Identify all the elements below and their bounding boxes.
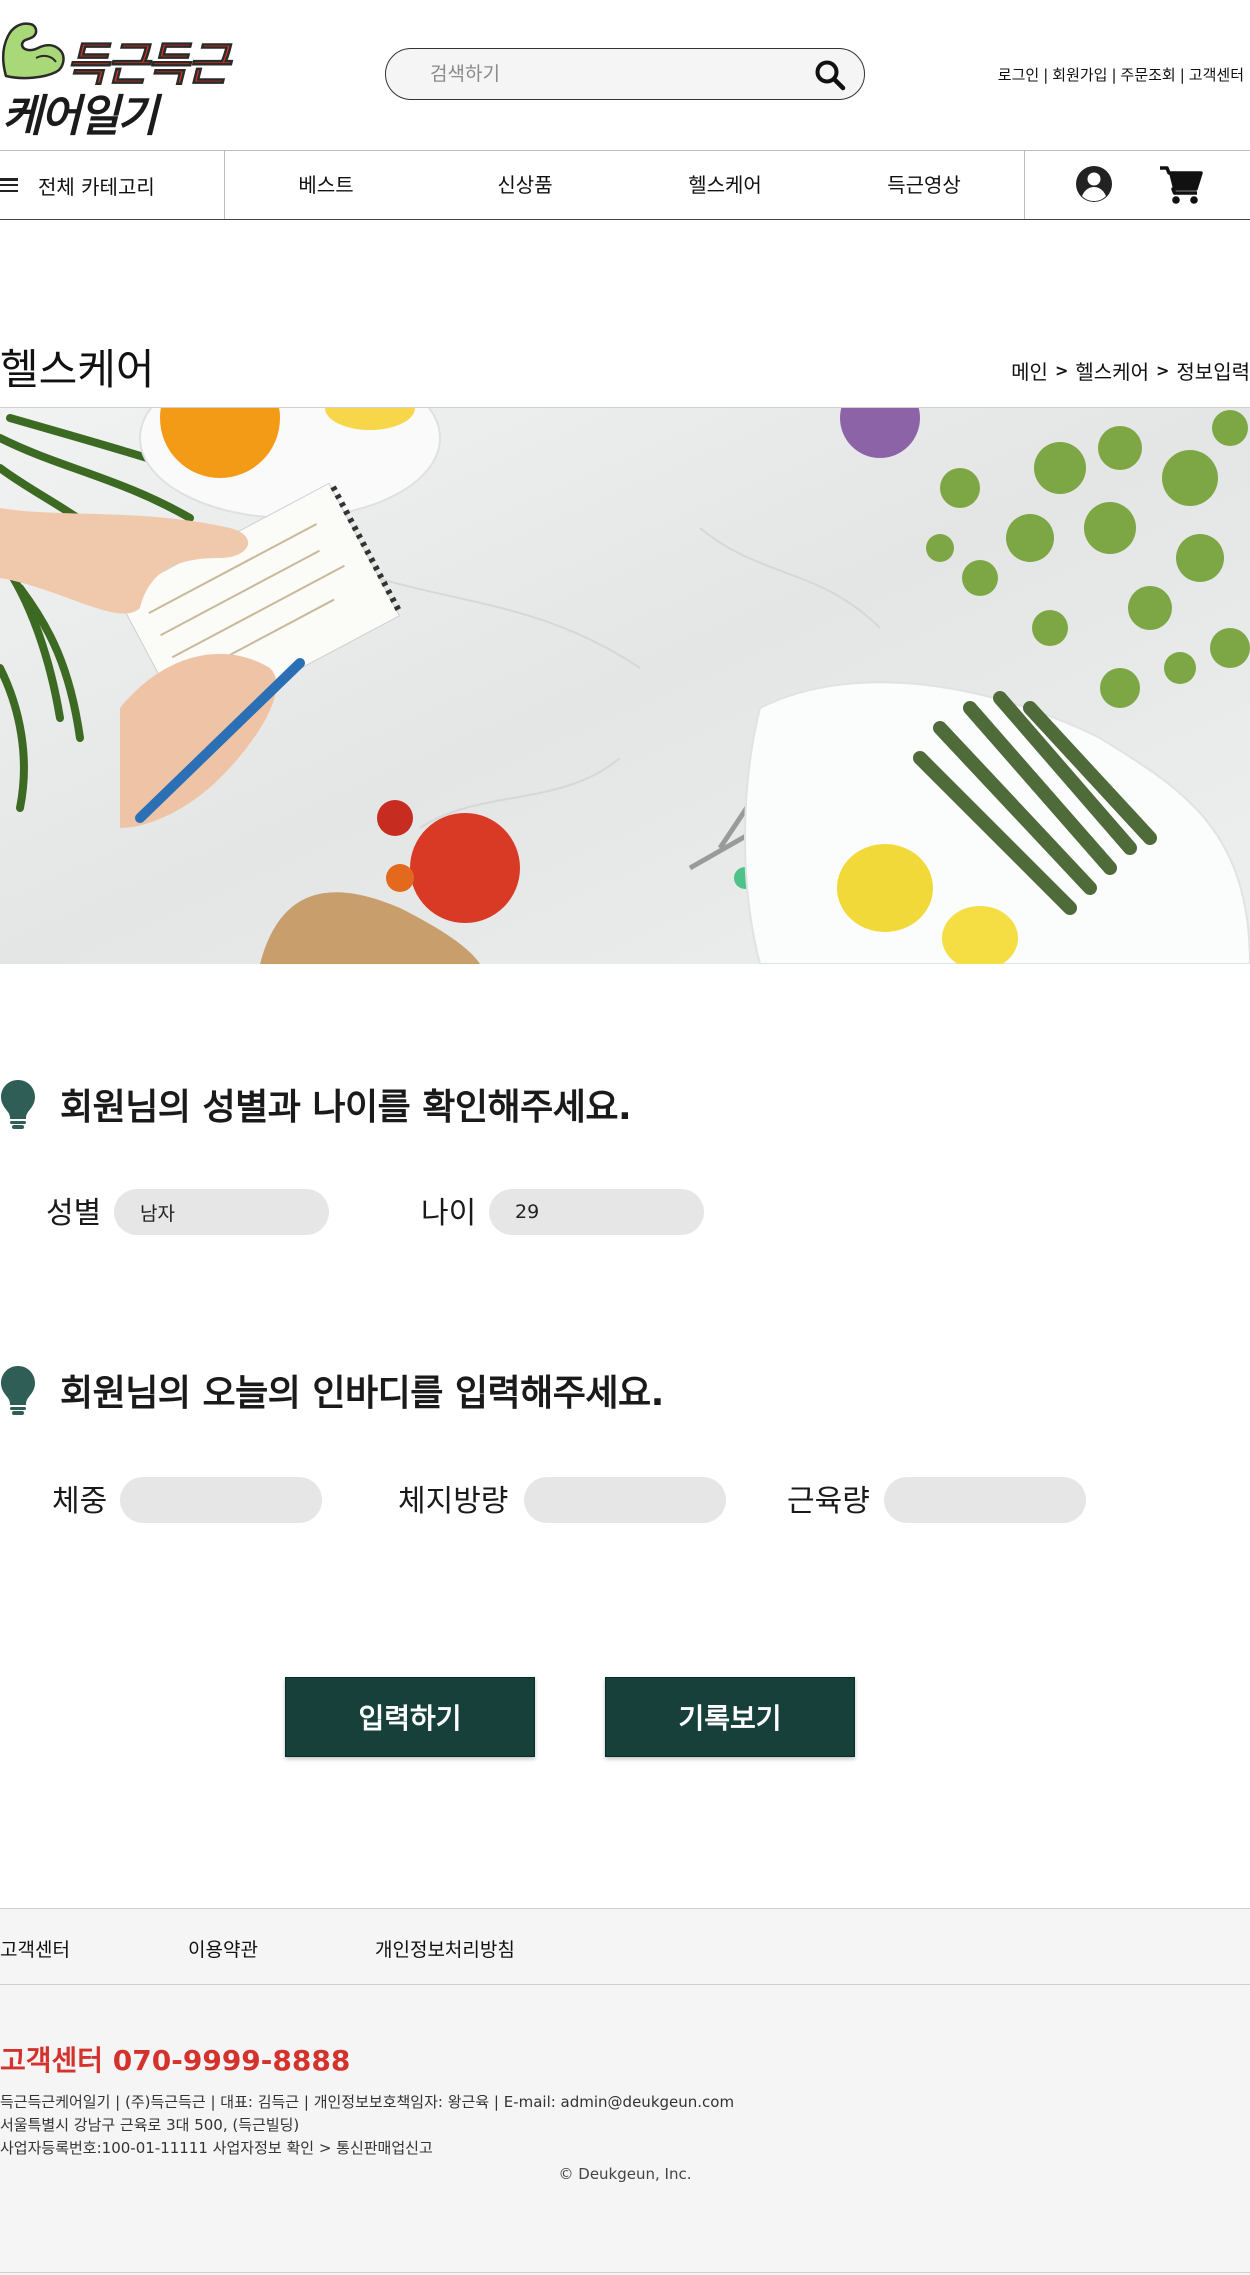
login-link[interactable]: 로그인 [998, 66, 1039, 84]
submit-button[interactable]: 입력하기 [285, 1677, 535, 1757]
chevron-right-icon: > [1155, 361, 1170, 380]
nav-item-new[interactable]: 신상품 [455, 151, 595, 219]
weight-field[interactable] [120, 1477, 322, 1523]
flexed-arm-logo-icon [2, 22, 65, 80]
divider [0, 2272, 1250, 2273]
hero-image [0, 408, 1250, 964]
customer-center-phone: 고객센터 070-9999-8888 [0, 2044, 351, 2077]
company-address-line: 서울특별시 강남구 근육로 3대 500, (득근빌딩) [0, 2116, 300, 2134]
gender-label: 성별 [46, 1196, 102, 1231]
divider: | [1111, 66, 1117, 84]
age-label: 나이 [421, 1196, 477, 1231]
view-history-button[interactable]: 기록보기 [605, 1677, 855, 1757]
nav-item-video[interactable]: 득근영상 [854, 151, 994, 219]
body-fat-label: 체지방량 [398, 1484, 509, 1519]
site-logo[interactable]: 득근득근 케어일기 [0, 14, 230, 142]
utility-links: 로그인 | 회원가입 | 주문조회 | 고객센터 [998, 64, 1244, 85]
muscle-mass-field[interactable] [884, 1477, 1086, 1523]
page-title: 헬스케어 [0, 345, 155, 394]
hamburger-icon [0, 178, 18, 192]
age-field[interactable] [489, 1189, 704, 1235]
gender-age-section-header: 회원님의 성별과 나이를 확인해주세요. [0, 1078, 632, 1130]
site-footer: 고객센터 이용약관 개인정보처리방침 고객센터 070-9999-8888 득근… [0, 1908, 1250, 2275]
inbody-section-header: 회원님의 오늘의 인바디를 입력해주세요. [0, 1364, 664, 1416]
all-categories-button[interactable]: 전체 카테고리 [0, 151, 225, 219]
user-icon[interactable] [1075, 165, 1113, 203]
search-bar [385, 48, 865, 100]
signup-link[interactable]: 회원가입 [1052, 66, 1107, 84]
logo-text-bottom: 케어일기 [2, 91, 158, 142]
section-title: 회원님의 오늘의 인바디를 입력해주세요. [60, 1373, 664, 1414]
divider: | [1179, 66, 1185, 84]
main-nav: 전체 카테고리 베스트 신상품 헬스케어 득근영상 [0, 150, 1250, 220]
section-title: 회원님의 성별과 나이를 확인해주세요. [60, 1087, 632, 1128]
copyright: © Deukgeun, Inc. [558, 2165, 692, 2183]
footer-link-privacy[interactable]: 개인정보처리방침 [375, 1935, 515, 1962]
search-icon[interactable] [814, 59, 846, 91]
footer-links: 고객센터 이용약관 개인정보처리방침 [0, 1909, 1250, 1985]
breadcrumb: 메인 > 헬스케어 > 정보입력 [1011, 356, 1250, 385]
cart-icon[interactable] [1159, 165, 1203, 205]
bulb-icon [1, 1080, 35, 1129]
muscle-mass-label: 근육량 [787, 1484, 870, 1519]
breadcrumb-home[interactable]: 메인 [1011, 356, 1048, 385]
nav-account-area [1024, 151, 1250, 219]
weight-label: 체중 [52, 1484, 108, 1519]
all-categories-label: 전체 카테고리 [38, 174, 155, 199]
healthy-food-illustration [0, 408, 1250, 964]
footer-link-customer-center[interactable]: 고객센터 [0, 1935, 70, 1962]
chevron-right-icon: > [1054, 361, 1069, 380]
breadcrumb-healthcare[interactable]: 헬스케어 [1075, 356, 1149, 385]
nav-item-healthcare[interactable]: 헬스케어 [655, 151, 795, 219]
company-info-line: 득근득근케어일기 | (주)득근득근 | 대표: 김득근 | 개인정보보호책임자… [0, 2093, 735, 2111]
search-input[interactable] [430, 57, 790, 91]
divider: | [1043, 66, 1049, 84]
gender-field[interactable] [114, 1189, 329, 1235]
site-header: 득근득근 케어일기 로그인|회원가입|주문조회|고객센터 [0, 0, 1250, 150]
order-lookup-link[interactable]: 주문조회 [1121, 66, 1176, 84]
business-registration-line: 사업자등록번호:100-01-11111 사업자정보 확인 > 통신판매업신고 [0, 2139, 433, 2157]
footer-link-terms[interactable]: 이용약관 [188, 1935, 258, 1962]
bulb-icon [1, 1366, 35, 1415]
nav-item-best[interactable]: 베스트 [256, 151, 396, 219]
customer-center-link[interactable]: 고객센터 [1189, 66, 1244, 84]
body-fat-field[interactable] [524, 1477, 726, 1523]
breadcrumb-current: 정보입력 [1176, 360, 1250, 384]
